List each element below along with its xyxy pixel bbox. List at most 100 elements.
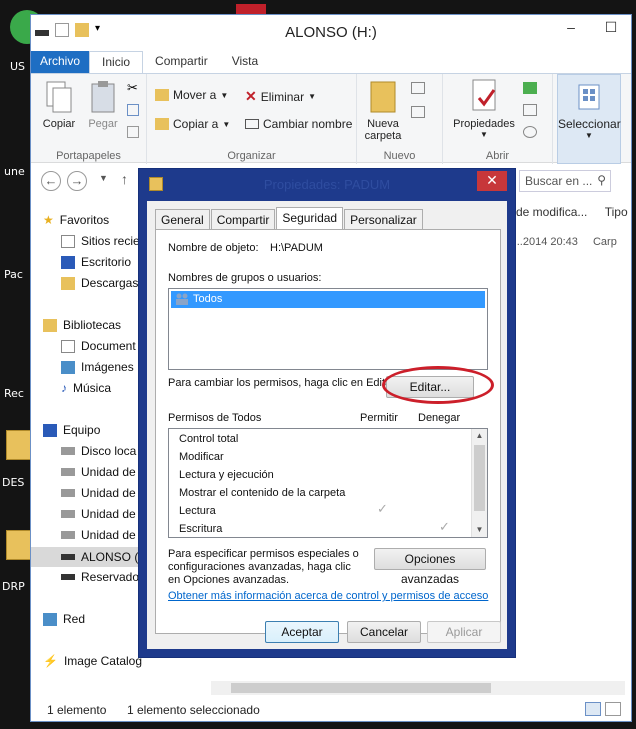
new-folder-label: Nueva — [367, 118, 399, 130]
history-icon[interactable] — [523, 126, 537, 138]
permission-name: Modificar — [179, 451, 224, 463]
sidebar-item-drive[interactable]: Unidad de — [61, 486, 136, 500]
dialog-close-button[interactable]: ✕ — [477, 171, 507, 191]
sidebar-item-label: Red — [63, 612, 86, 626]
properties-button[interactable]: Propiedades ▼ — [449, 78, 519, 139]
list-item[interactable]: Todos — [171, 291, 485, 308]
sidebar-item-downloads[interactable]: Descargas — [61, 276, 138, 290]
forward-button[interactable]: → — [67, 171, 87, 191]
easy-access-icon[interactable] — [411, 106, 425, 118]
copy-to-button[interactable]: Copiar a ▼ — [155, 117, 230, 131]
sidebar-favorites[interactable]: ★ Favoritos — [43, 213, 109, 227]
sidebar-libraries[interactable]: Bibliotecas — [43, 318, 121, 332]
delete-button[interactable]: ✕ Eliminar ▼ — [245, 88, 316, 105]
new-folder-button[interactable]: Nueva carpeta — [361, 78, 405, 142]
sidebar-computer[interactable]: Equipo — [43, 423, 100, 437]
accept-button[interactable]: Aceptar — [265, 621, 339, 643]
network-icon — [43, 612, 57, 626]
sidebar-item-documents[interactable]: Document — [61, 339, 136, 353]
column-header-type[interactable]: Tipo — [605, 205, 628, 219]
edit-icon[interactable] — [523, 104, 537, 116]
maximize-button[interactable]: ☐ — [591, 15, 631, 41]
scrollbar-thumb[interactable] — [231, 683, 491, 693]
object-name-value: H:\PADUM — [270, 242, 323, 254]
sidebar-network[interactable]: Red — [43, 612, 85, 626]
sidebar-item-desktop[interactable]: Escritorio — [61, 255, 131, 269]
tab-compartir[interactable]: Compartir — [210, 209, 276, 230]
sidebar-item-drive[interactable]: Disco loca — [61, 444, 136, 458]
sidebar-image-catalog[interactable]: ⚡ Image Catalog — [43, 654, 142, 668]
sidebar-item-reserved[interactable]: Reservado — [61, 570, 139, 584]
back-button[interactable]: ← — [41, 171, 61, 191]
arrow-left-icon: ← — [44, 173, 58, 188]
sidebar-item-music[interactable]: ♪ Música — [61, 381, 111, 395]
special-permissions-text: Para especificar permisos especiales o — [168, 548, 359, 560]
horizontal-scrollbar[interactable] — [211, 681, 625, 695]
delete-icon: ✕ — [245, 88, 257, 104]
new-item-icon[interactable] — [411, 82, 425, 94]
copy-path-icon[interactable] — [127, 104, 139, 116]
open-icon[interactable] — [523, 82, 537, 94]
desktop-folder-icon[interactable] — [6, 430, 32, 460]
advanced-options-button[interactable]: Opciones avanzadas — [374, 548, 486, 586]
file-row[interactable]: y...2014 20:43 Carp — [509, 236, 617, 248]
downloads-icon — [61, 276, 75, 290]
tab-personalizar[interactable]: Personalizar — [344, 209, 423, 230]
permission-row: Mostrar el contenido de la carpeta — [179, 487, 345, 499]
scroll-up-icon[interactable]: ▲ — [472, 429, 487, 443]
more-info-link[interactable]: Obtener más información acerca de contro… — [168, 590, 488, 602]
tab-compartir[interactable]: Compartir — [143, 51, 220, 73]
file-row-type: Carp — [592, 236, 617, 248]
arrow-right-icon: → — [70, 173, 84, 188]
apply-button[interactable]: Aplicar — [427, 621, 501, 643]
sidebar-item-pictures[interactable]: Imágenes — [61, 360, 134, 374]
cut-icon[interactable]: ✂ — [127, 80, 138, 96]
permissions-scrollbar[interactable]: ▲ ▼ — [471, 429, 487, 537]
move-to-icon — [155, 89, 169, 101]
paste-shortcut-icon[interactable] — [127, 126, 139, 138]
column-header-date[interactable]: de modifica... — [516, 205, 587, 219]
paste-label: Pegar — [88, 118, 118, 130]
star-icon: ★ — [43, 213, 54, 227]
search-input[interactable]: Buscar en ... ⚲ — [519, 170, 611, 192]
rename-button[interactable]: Cambiar nombre — [245, 117, 352, 131]
scrollbar-thumb[interactable] — [474, 445, 485, 511]
paste-icon — [91, 81, 115, 113]
copy-label: Copiar — [42, 118, 76, 130]
large-icons-view-icon[interactable] — [605, 702, 621, 716]
sidebar-item-drive[interactable]: Unidad de — [61, 507, 136, 521]
tab-vista[interactable]: Vista — [220, 51, 270, 73]
music-icon: ♪ — [61, 381, 67, 395]
chevron-down-icon: ▼ — [222, 119, 231, 129]
permission-name: Lectura y ejecución — [179, 469, 274, 481]
sidebar-item-label: Imágenes — [81, 360, 134, 374]
arrow-up-icon[interactable]: ↑ — [121, 171, 128, 187]
groups-list[interactable]: Todos — [168, 288, 488, 370]
paste-button[interactable]: Pegar — [83, 80, 123, 130]
desktop-folder-icon[interactable] — [6, 530, 32, 560]
permissions-list[interactable]: Control total Modificar Lectura y ejecuc… — [168, 428, 488, 538]
scroll-down-icon[interactable]: ▼ — [472, 523, 487, 537]
sidebar-item-drive[interactable]: Unidad de — [61, 465, 136, 479]
tab-inicio[interactable]: Inicio — [89, 51, 144, 73]
details-view-icon[interactable] — [585, 702, 601, 716]
group-nuevo: Nueva carpeta Nuevo — [357, 74, 443, 164]
sidebar-item-drive[interactable]: Unidad de — [61, 528, 136, 542]
recent-locations-icon[interactable]: ▼ — [99, 173, 108, 183]
desktop-label: Pac — [4, 268, 23, 281]
minimize-button[interactable]: – — [551, 15, 591, 41]
properties-dialog: Propiedades: PADUM ✕ General Compartir S… — [138, 168, 516, 658]
allow-check-icon: ✓ — [377, 501, 388, 516]
copy-button[interactable]: Copiar — [39, 80, 79, 130]
computer-icon — [43, 423, 57, 437]
tab-seguridad[interactable]: Seguridad — [276, 207, 344, 230]
dialog-titlebar[interactable]: Propiedades: PADUM ✕ — [139, 169, 515, 201]
sidebar-item-alonso[interactable]: ALONSO ( — [31, 547, 141, 567]
tab-archivo[interactable]: Archivo — [31, 51, 90, 73]
sidebar-item-recent[interactable]: Sitios recie — [61, 234, 140, 248]
select-button[interactable]: Seleccionar ▼ — [558, 81, 621, 140]
tab-general[interactable]: General — [155, 209, 210, 230]
move-to-button[interactable]: Mover a ▼ — [155, 88, 228, 102]
group-label-organizar: Organizar — [227, 150, 276, 162]
cancel-button[interactable]: Cancelar — [347, 621, 421, 643]
